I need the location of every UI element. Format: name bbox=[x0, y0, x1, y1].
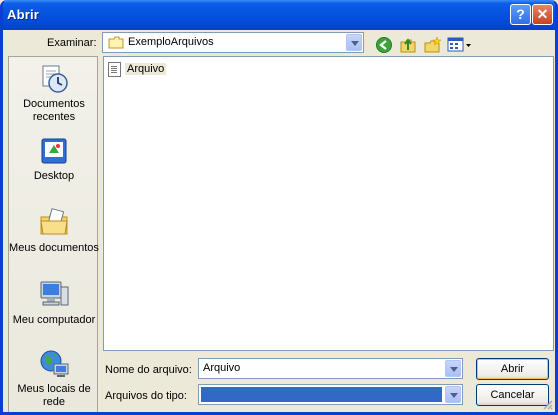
place-network[interactable]: Meus locais de rede bbox=[9, 348, 99, 409]
place-label: Meus locais de rede bbox=[17, 383, 91, 408]
lookin-label: Examinar: bbox=[47, 37, 97, 49]
file-list[interactable]: Arquivo bbox=[103, 56, 554, 351]
filetype-combo[interactable] bbox=[198, 384, 463, 405]
place-desktop[interactable]: Desktop bbox=[9, 135, 99, 183]
places-bar: Documentos recentes Desktop Meus documen… bbox=[8, 56, 99, 412]
resize-grip-icon[interactable] bbox=[541, 398, 553, 410]
recent-documents-icon bbox=[42, 65, 68, 93]
place-my-documents[interactable]: Meus documentos bbox=[9, 207, 99, 255]
place-label: Documentos recentes bbox=[23, 98, 85, 123]
up-folder-icon[interactable] bbox=[399, 36, 417, 54]
back-icon[interactable] bbox=[375, 36, 393, 54]
filetype-selection bbox=[201, 387, 442, 402]
place-label: Meu computador bbox=[12, 314, 96, 326]
place-my-computer[interactable]: Meu computador bbox=[9, 279, 99, 327]
chevron-down-icon[interactable] bbox=[445, 360, 461, 377]
chevron-down-icon[interactable] bbox=[445, 386, 461, 403]
file-name: Arquivo bbox=[125, 63, 167, 75]
lookin-combo[interactable]: ExemploArquivos bbox=[102, 32, 364, 53]
window-title: Abrir bbox=[7, 7, 40, 22]
my-documents-icon bbox=[40, 208, 68, 235]
filetype-value bbox=[201, 387, 203, 399]
list-item[interactable]: Arquivo bbox=[108, 61, 167, 77]
place-recent-documents[interactable]: Documentos recentes bbox=[9, 63, 99, 124]
chevron-down-icon[interactable] bbox=[346, 34, 362, 51]
new-folder-icon[interactable] bbox=[423, 36, 441, 54]
view-menu-icon[interactable] bbox=[447, 36, 473, 54]
folder-icon bbox=[108, 36, 124, 49]
cancel-button[interactable]: Cancelar bbox=[476, 384, 549, 406]
open-dialog: Abrir ? ✕ Examinar: ExemploArquivos Docu… bbox=[0, 0, 558, 415]
my-computer-icon bbox=[40, 281, 69, 306]
place-label: Meus documentos bbox=[9, 242, 99, 254]
filename-value[interactable]: Arquivo bbox=[203, 362, 240, 374]
network-places-icon bbox=[40, 350, 69, 377]
text-file-icon bbox=[108, 61, 121, 77]
filename-combo[interactable]: Arquivo bbox=[198, 358, 463, 379]
filename-label: Nome do arquivo: bbox=[105, 364, 192, 376]
help-button[interactable]: ? bbox=[510, 4, 531, 25]
filetype-label: Arquivos do tipo: bbox=[105, 390, 187, 402]
desktop-icon bbox=[41, 138, 67, 164]
place-label: Desktop bbox=[33, 170, 75, 182]
close-button[interactable]: ✕ bbox=[532, 4, 553, 25]
lookin-value: ExemploArquivos bbox=[128, 36, 214, 48]
open-button[interactable]: Abrir bbox=[476, 358, 549, 380]
title-bar[interactable]: Abrir ? ✕ bbox=[3, 0, 555, 30]
